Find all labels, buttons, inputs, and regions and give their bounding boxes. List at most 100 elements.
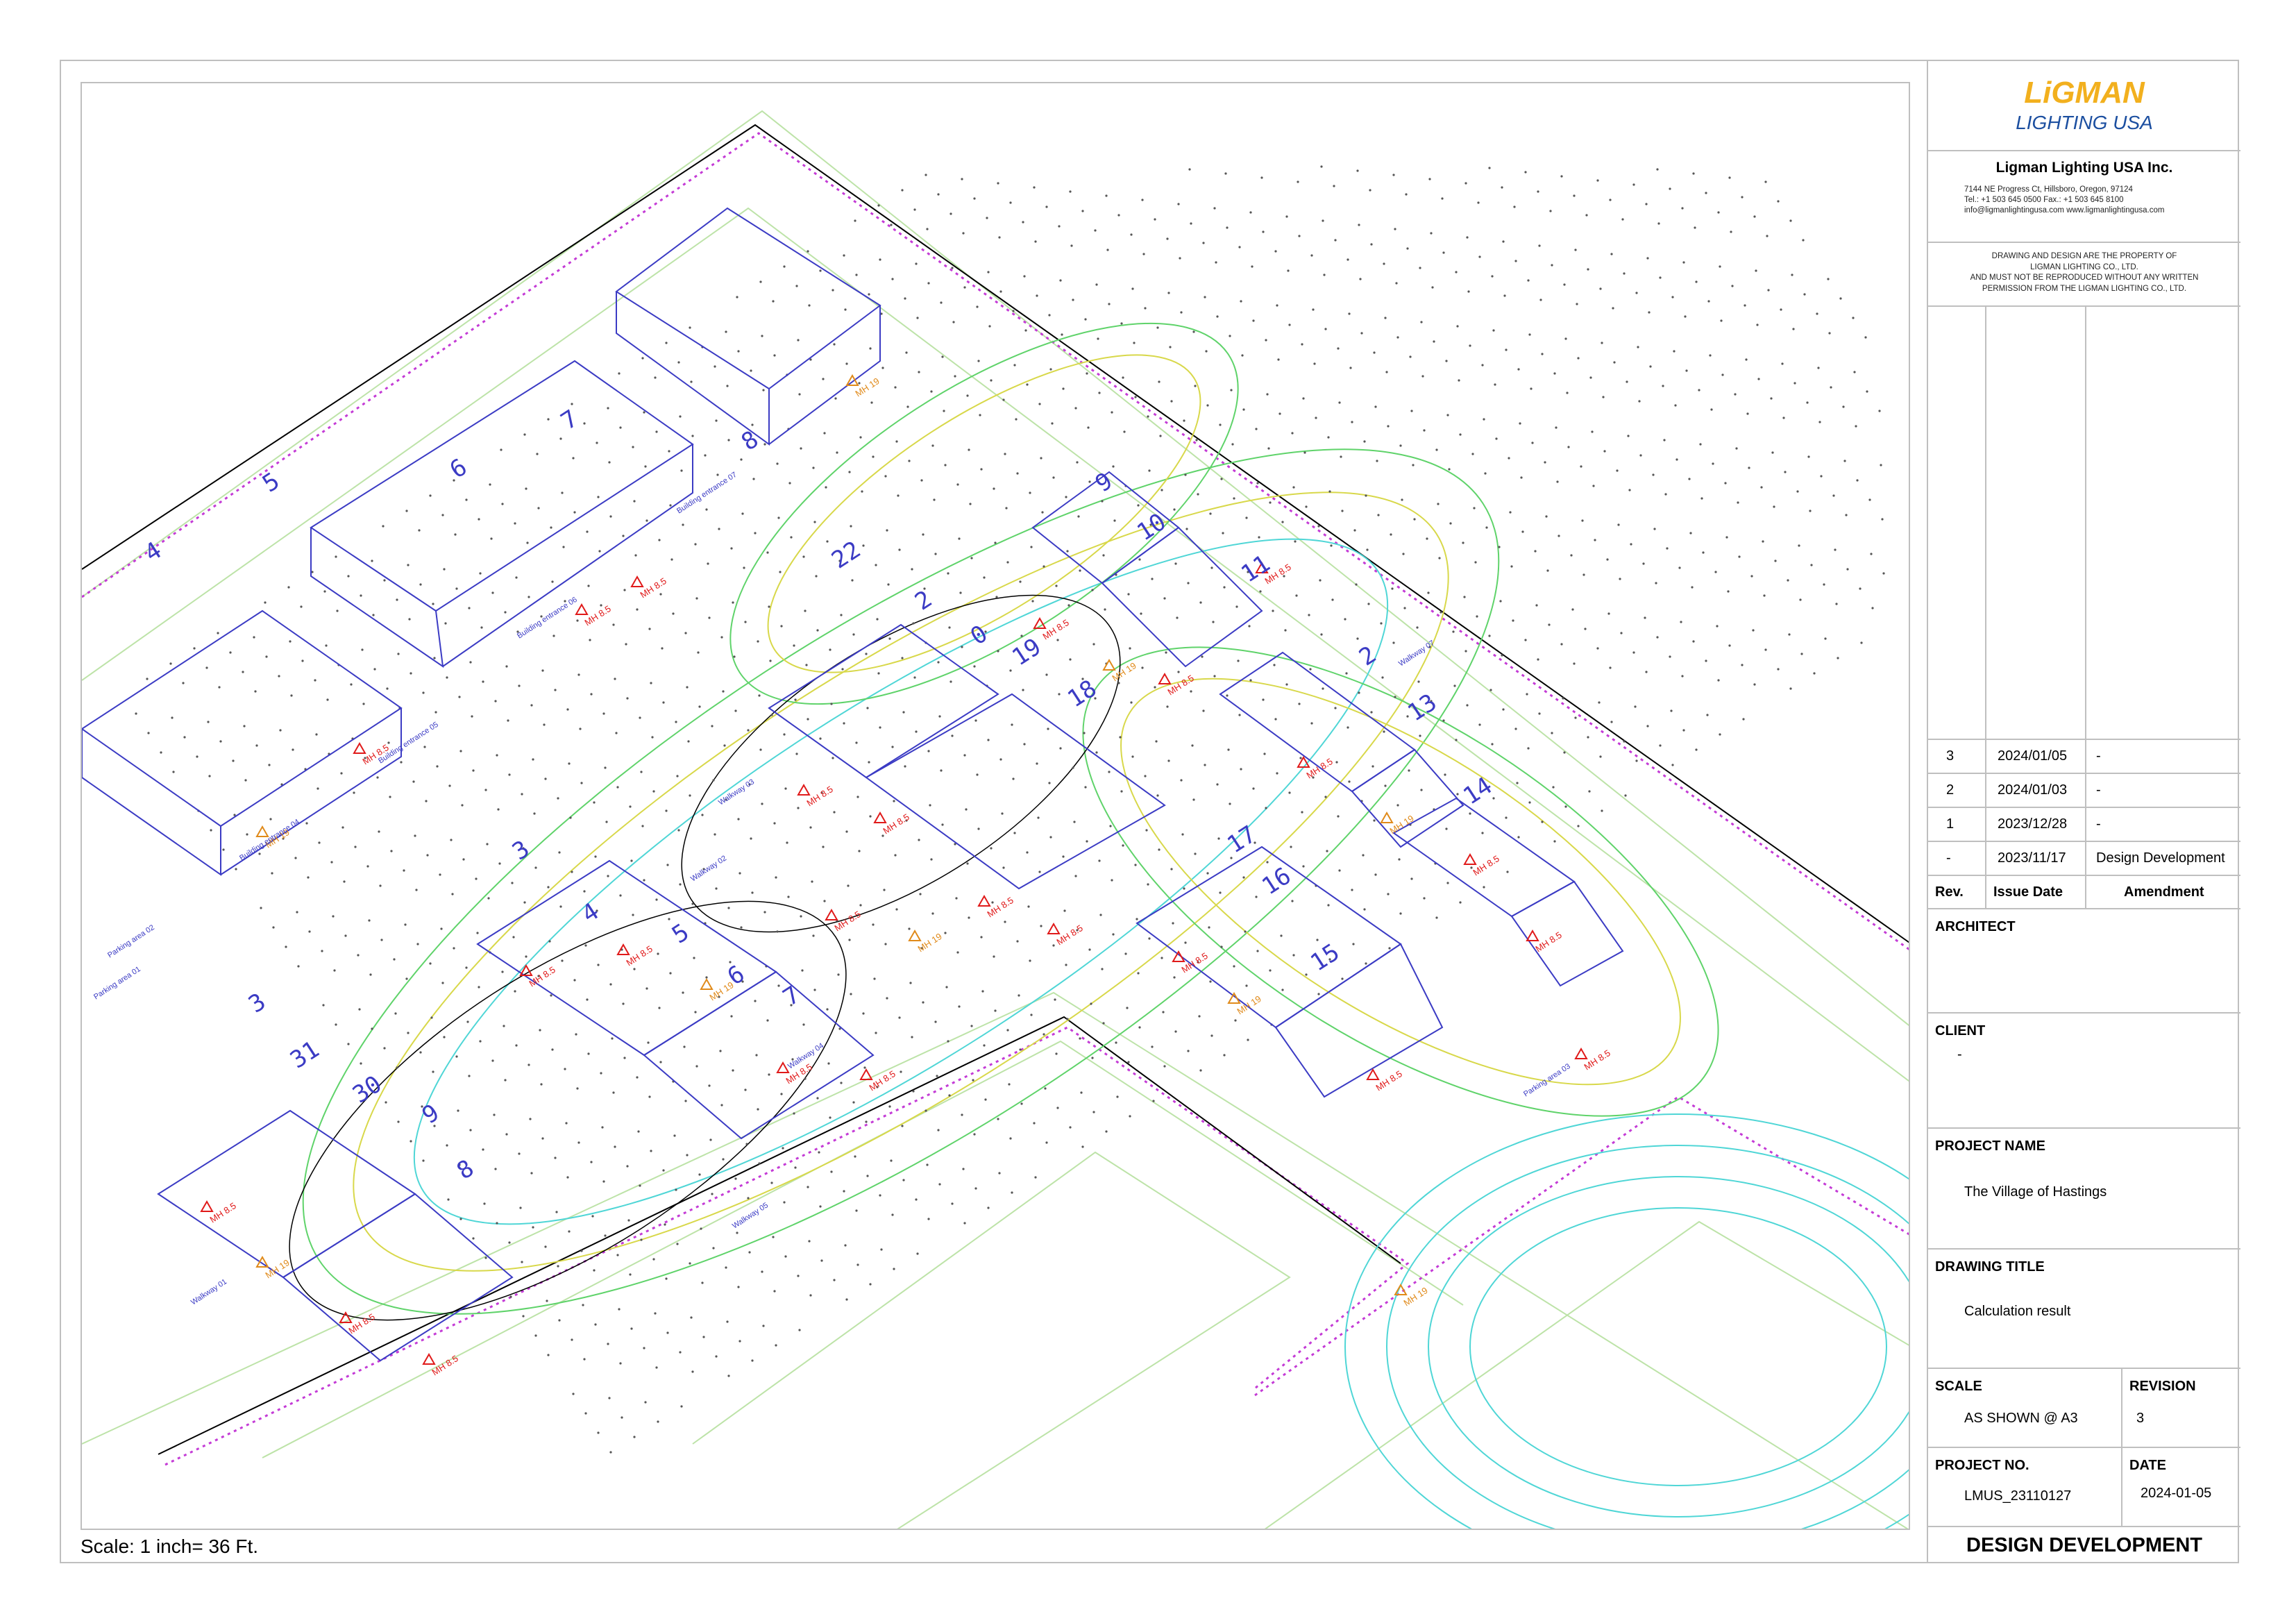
grid-point bbox=[665, 809, 668, 812]
grid-point bbox=[1870, 553, 1873, 555]
grid-point bbox=[511, 882, 514, 884]
grid-point bbox=[1215, 261, 1217, 264]
logo-wordmark: LiGMAN bbox=[2024, 76, 2145, 110]
grid-point bbox=[568, 762, 571, 765]
grid-point bbox=[1233, 965, 1235, 968]
grid-point bbox=[1148, 469, 1151, 472]
grid-point bbox=[834, 397, 837, 400]
grid-point bbox=[680, 469, 683, 472]
grid-point bbox=[423, 746, 426, 748]
grid-point bbox=[1563, 283, 1566, 286]
grid-point bbox=[597, 964, 600, 966]
grid-point bbox=[565, 1122, 568, 1125]
grid-point bbox=[1245, 984, 1248, 987]
grid-point bbox=[1362, 854, 1365, 857]
grid-point bbox=[943, 410, 945, 412]
grid-point bbox=[1670, 709, 1673, 712]
grid-point bbox=[720, 636, 723, 639]
grid-point bbox=[1777, 200, 1780, 203]
grid-point bbox=[1648, 311, 1651, 314]
grid-point bbox=[1116, 1095, 1119, 1098]
grid-point bbox=[1108, 303, 1111, 305]
grid-point bbox=[580, 1250, 583, 1252]
grid-point bbox=[1514, 260, 1517, 262]
fixture-label: MH 8.5 bbox=[804, 784, 834, 808]
grid-point bbox=[676, 1243, 679, 1245]
grid-point bbox=[591, 1215, 594, 1218]
grid-point bbox=[160, 751, 162, 754]
grid-point bbox=[793, 1112, 795, 1115]
grid-point bbox=[1291, 900, 1294, 902]
grid-point bbox=[1062, 387, 1065, 390]
grid-point bbox=[798, 1329, 801, 1331]
grid-point bbox=[786, 841, 788, 844]
grid-point bbox=[1322, 219, 1324, 222]
grid-point bbox=[1045, 1141, 1048, 1144]
grid-point bbox=[954, 375, 956, 378]
grid-point bbox=[1066, 550, 1069, 553]
grid-point bbox=[621, 1416, 623, 1419]
grid-point bbox=[1237, 659, 1240, 662]
grid-point bbox=[1864, 336, 1867, 339]
grid-point bbox=[844, 1244, 847, 1247]
grid-point bbox=[1399, 444, 1402, 447]
grid-point bbox=[722, 1158, 725, 1161]
grid-point bbox=[503, 1025, 505, 1027]
grid-point bbox=[809, 1294, 812, 1297]
fixture-marker bbox=[1526, 929, 1539, 941]
grid-point bbox=[253, 636, 255, 639]
grid-point bbox=[714, 365, 716, 368]
grid-point bbox=[1606, 558, 1609, 561]
grid-point bbox=[684, 1100, 687, 1102]
grid-point bbox=[455, 587, 458, 590]
grid-point bbox=[555, 1211, 558, 1213]
grid-point bbox=[1359, 278, 1362, 280]
grid-point bbox=[898, 1016, 901, 1019]
grid-point bbox=[1347, 726, 1349, 729]
grid-point bbox=[1365, 494, 1367, 497]
grid-point bbox=[1764, 648, 1767, 651]
grid-point bbox=[784, 787, 787, 790]
grid-point bbox=[893, 1268, 895, 1270]
grid-point bbox=[584, 944, 587, 947]
grid-point bbox=[1513, 205, 1516, 208]
grid-point bbox=[1616, 469, 1619, 472]
grid-point bbox=[1029, 491, 1031, 494]
grid-point bbox=[1423, 429, 1426, 432]
grid-point bbox=[1560, 643, 1563, 646]
grid-point bbox=[1755, 269, 1757, 272]
grid-point bbox=[1517, 368, 1520, 371]
fixture-label: MH 19 bbox=[915, 931, 943, 954]
grid-point bbox=[1230, 389, 1233, 392]
grid-point bbox=[1381, 676, 1384, 679]
grid-point bbox=[868, 293, 870, 296]
grid-point bbox=[745, 1143, 748, 1145]
grid-point bbox=[679, 883, 682, 886]
fixture-label: MH 8.5 bbox=[1040, 617, 1070, 641]
grid-point bbox=[941, 355, 944, 358]
grid-point bbox=[1112, 465, 1115, 468]
grid-point bbox=[1224, 172, 1227, 175]
grid-point bbox=[1287, 269, 1290, 272]
grid-point bbox=[526, 541, 529, 544]
grid-point bbox=[736, 1231, 738, 1234]
grid-point bbox=[448, 784, 451, 787]
grid-point bbox=[1709, 354, 1712, 357]
grid-point bbox=[1478, 255, 1481, 258]
grid-point bbox=[1284, 629, 1287, 632]
grid-point bbox=[1591, 430, 1594, 433]
area-label: Walkway 03 bbox=[717, 777, 756, 807]
grid-point bbox=[1698, 389, 1700, 392]
grid-point bbox=[877, 204, 880, 207]
grid-point bbox=[393, 958, 396, 961]
grid-point bbox=[1373, 351, 1376, 354]
grid-point bbox=[1084, 318, 1087, 321]
grid-point bbox=[1249, 679, 1252, 682]
grid-point bbox=[296, 911, 298, 914]
grid-point bbox=[1259, 590, 1262, 593]
grid-point bbox=[1771, 451, 1774, 454]
grid-point bbox=[1803, 293, 1806, 296]
grid-point bbox=[458, 696, 461, 698]
grid-point bbox=[1562, 697, 1564, 700]
grid-point bbox=[508, 1241, 511, 1244]
